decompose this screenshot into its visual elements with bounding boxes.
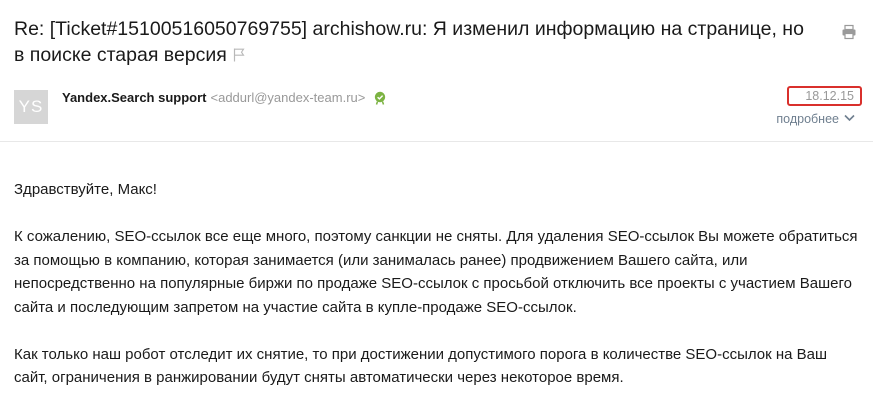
print-icon[interactable] <box>841 24 857 40</box>
details-link[interactable]: подробнее <box>776 112 855 126</box>
sender-name[interactable]: Yandex.Search support <box>62 90 207 105</box>
message-subject: Re: [Ticket#15100516050769755] archishow… <box>14 16 814 68</box>
message-body: Здравствуйте, Макс! К сожалению, SEO-ссы… <box>14 178 862 413</box>
date-highlight-box: 18.12.15 <box>787 86 862 106</box>
greeting: Здравствуйте, Макс! <box>14 181 157 198</box>
body-paragraph: К сожалению, SEO-ссылок все еще много, п… <box>14 228 858 316</box>
chevron-down-icon[interactable] <box>844 114 855 122</box>
details-label[interactable]: подробнее <box>776 112 839 126</box>
sender-line: Yandex.Search support <addurl@yandex-team… <box>62 90 387 106</box>
avatar[interactable]: YS <box>14 90 48 124</box>
verified-icon <box>375 91 386 105</box>
body-paragraph: Как только наш робот отследит их снятие,… <box>14 345 828 387</box>
divider <box>0 141 873 142</box>
message-date: 18.12.15 <box>805 89 854 103</box>
flag-icon[interactable] <box>233 48 245 62</box>
subject-text: Re: [Ticket#15100516050769755] archishow… <box>14 18 804 66</box>
sender-email[interactable]: <addurl@yandex-team.ru> <box>211 90 366 105</box>
